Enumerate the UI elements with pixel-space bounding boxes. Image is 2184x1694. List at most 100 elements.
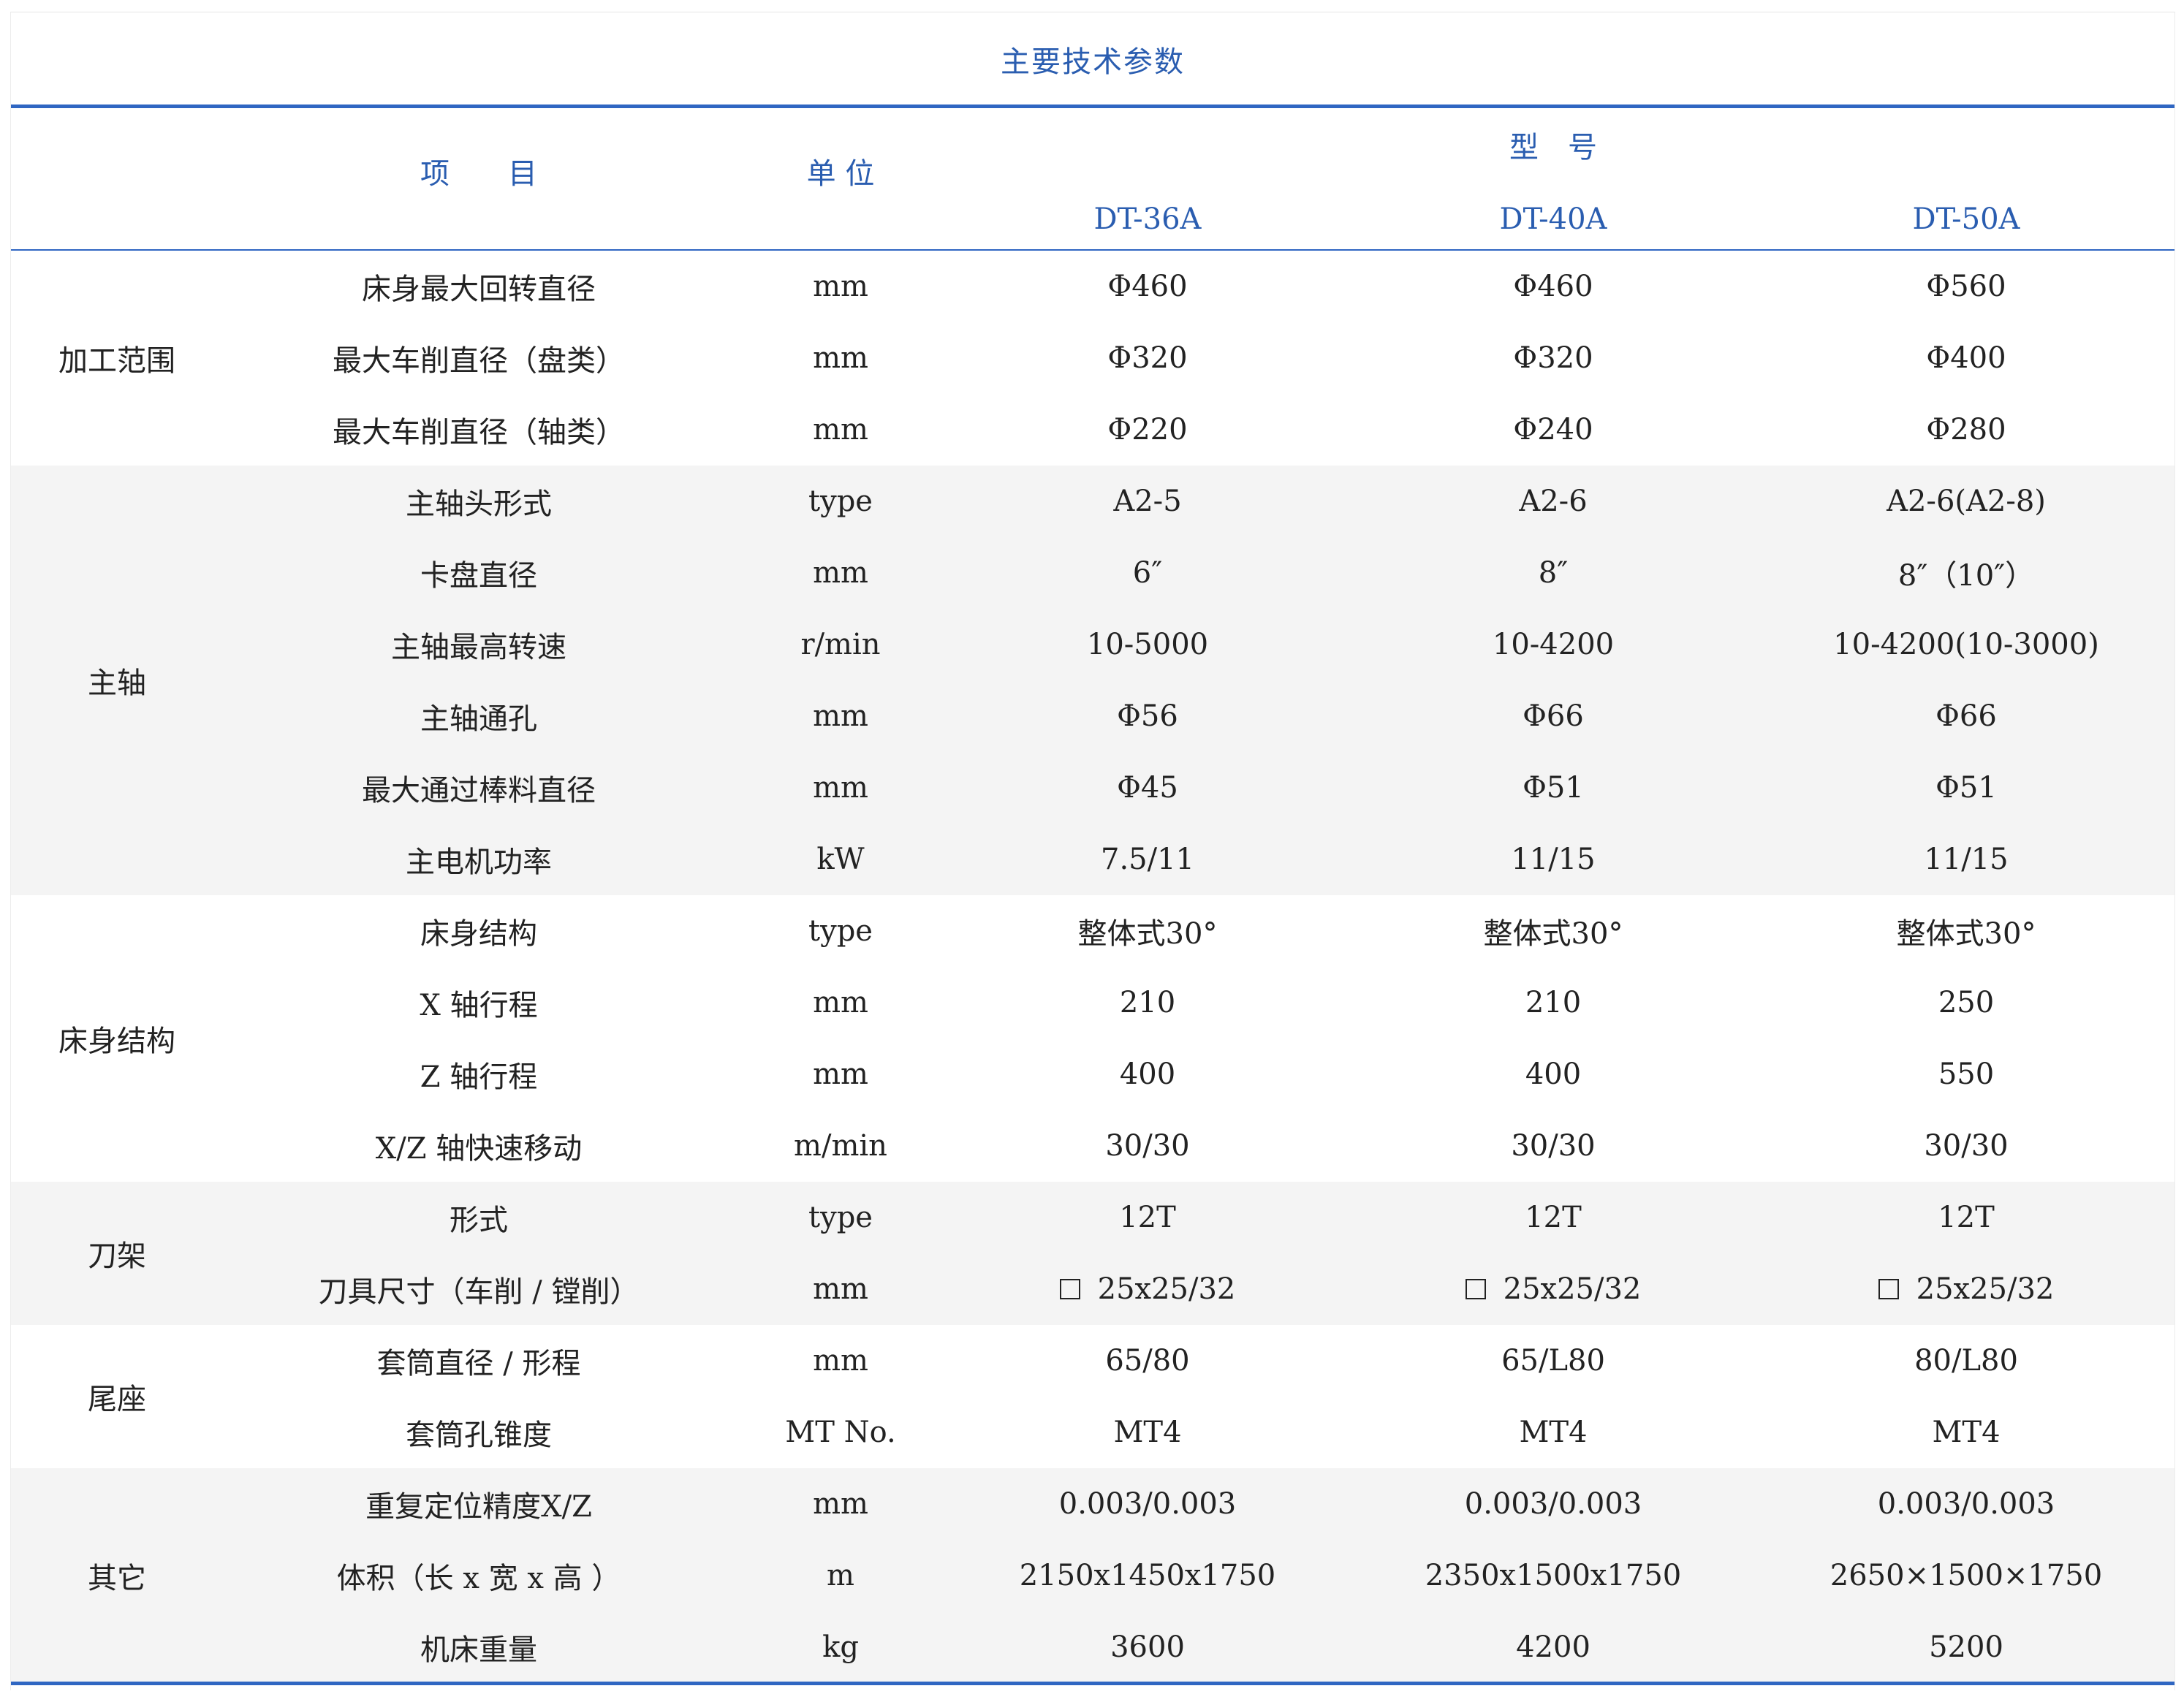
row-value-model-2: 0.003/0.003 <box>1464 1487 1642 1521</box>
row-value-model-3: Φ51 <box>1935 771 1997 805</box>
row-unit: type <box>808 485 873 518</box>
row-item: 体积（长 x 宽 x 高 ） <box>336 1562 621 1595</box>
header-model: 型 号 <box>1509 131 1597 164</box>
row-item: X/Z 轴快速移动 <box>375 1132 583 1166</box>
page-title: 主要技术参数 <box>1001 45 1185 79</box>
row-value-model-3: 30/30 <box>1924 1129 2009 1163</box>
row-value-model-1: Φ320 <box>1107 341 1188 375</box>
row-unit: mm <box>813 771 868 805</box>
row-value-model-3: 2650×1500×1750 <box>1830 1559 2103 1592</box>
row-unit: m <box>827 1559 854 1592</box>
table-row: Z 轴行程 mm 400 400 550 <box>11 1038 2174 1110</box>
group-band: 其它 重复定位精度X/Z mm 0.003/0.003 0.003/0.003 0.003… <box>11 1468 2174 1683</box>
table-row: 套筒孔锥度 MT No. MT4 MT4 MT4 <box>11 1397 2174 1468</box>
row-unit: mm <box>813 1272 868 1306</box>
row-unit: type <box>808 914 873 948</box>
row-value-model-1: Φ220 <box>1107 413 1188 447</box>
table-row: 主轴头形式 type A2-5 A2-6 A2-6(A2-8) <box>11 466 2174 537</box>
table-header: 项 目 单 位 型 号 DT-36A DT-40A DT-50A <box>11 108 2174 250</box>
row-value-model-2: MT4 <box>1519 1416 1588 1449</box>
header-model-1: DT-36A <box>1093 202 1202 236</box>
row-value-model-1: 30/30 <box>1105 1129 1190 1163</box>
header-unit: 单 位 <box>806 157 875 191</box>
row-item: 主轴头形式 <box>406 487 552 521</box>
row-value-text: 25x25/32 <box>1503 1272 1642 1306</box>
row-value-model-1: 25x25/32 <box>947 1253 1349 1325</box>
row-value-model-1: 210 <box>1119 986 1176 1019</box>
row-unit: mm <box>813 556 868 590</box>
row-value-model-3: 11/15 <box>1924 843 2009 876</box>
row-unit: mm <box>813 341 868 375</box>
table-row: 最大通过棒料直径 mm Φ45 Φ51 Φ51 <box>11 752 2174 824</box>
row-item: X 轴行程 <box>420 989 538 1022</box>
row-value-text: 25x25/32 <box>1916 1272 2055 1306</box>
row-value-model-2: A2-6 <box>1519 485 1588 518</box>
row-value-model-3: 12T <box>1938 1201 1995 1234</box>
row-value-model-3: MT4 <box>1932 1416 2001 1449</box>
square-icon <box>1465 1279 1486 1299</box>
row-value-model-1: 12T <box>1119 1201 1176 1234</box>
row-value-model-1: Φ460 <box>1107 270 1188 303</box>
table-row: 体积（长 x 宽 x 高 ） m 2150x1450x1750 2350x1500x1… <box>11 1540 2174 1611</box>
table-row: 主轴通孔 mm Φ56 Φ66 Φ66 <box>11 680 2174 752</box>
table-row: 机床重量 kg 3600 4200 5200 <box>11 1611 2174 1683</box>
table-row: 最大车削直径（轴类） mm Φ220 Φ240 Φ280 <box>11 394 2174 466</box>
row-item: 主电机功率 <box>406 846 552 879</box>
row-unit: type <box>808 1201 873 1234</box>
row-value-model-2: Φ66 <box>1523 699 1584 733</box>
row-item: 卡盘直径 <box>420 559 537 593</box>
row-unit: mm <box>813 699 868 733</box>
row-item: Z 轴行程 <box>420 1060 538 1094</box>
row-value-model-2: 11/15 <box>1511 843 1596 876</box>
table-row: 重复定位精度X/Z mm 0.003/0.003 0.003/0.003 0.003/0… <box>11 1468 2174 1540</box>
row-value-model-2: 25x25/32 <box>1349 1253 1758 1325</box>
row-value-model-3: 250 <box>1938 986 1995 1019</box>
row-value-model-3: 550 <box>1938 1057 1995 1091</box>
row-value-model-1: Φ45 <box>1117 771 1178 805</box>
table-row: 形式 type 12T 12T 12T <box>11 1182 2174 1253</box>
row-value-model-2: 2350x1500x1750 <box>1425 1559 1682 1592</box>
spec-sheet: 主要技术参数 项 目 单 位 型 号 DT-36A DT-40A DT-50A … <box>10 12 2175 1690</box>
table-row: 主电机功率 kW 7.5/11 11/15 11/15 <box>11 824 2174 895</box>
row-unit: kg <box>822 1630 859 1664</box>
row-item: 机床重量 <box>420 1633 537 1667</box>
row-value-model-2: 400 <box>1525 1057 1582 1091</box>
table-row: 床身最大回转直径 mm Φ460 Φ460 Φ560 <box>11 251 2174 322</box>
group-band: 主轴 主轴头形式 type A2-5 A2-6 A2-6(A2-8) 卡盘直径 mm 6″ 8″ 8… <box>11 466 2174 895</box>
row-item: 最大车削直径（轴类） <box>333 416 625 449</box>
row-item: 床身最大回转直径 <box>362 273 596 306</box>
row-unit: r/min <box>800 628 881 661</box>
row-value-model-2: 整体式30° <box>1483 917 1623 951</box>
row-item: 最大车削直径（盘类） <box>333 344 625 378</box>
group-band: 加工范围 床身最大回转直径 mm Φ460 Φ460 Φ560 最大车削直径（盘类） mm Φ3… <box>11 251 2174 466</box>
row-value-model-2: 10-4200 <box>1492 628 1615 661</box>
row-unit: mm <box>813 413 868 447</box>
row-value-model-2: 30/30 <box>1511 1129 1596 1163</box>
table-row: X 轴行程 mm 210 210 250 <box>11 967 2174 1038</box>
row-value-model-3: 0.003/0.003 <box>1877 1487 2055 1521</box>
row-value-model-1: 2150x1450x1750 <box>1019 1559 1276 1592</box>
row-value-model-1: 7.5/11 <box>1101 843 1194 876</box>
row-value-model-3: Φ280 <box>1926 413 2006 447</box>
table-row: 床身结构 type 整体式30° 整体式30° 整体式30° <box>11 895 2174 967</box>
row-value-model-1: 0.003/0.003 <box>1058 1487 1237 1521</box>
table-row: 最大车削直径（盘类） mm Φ320 Φ320 Φ400 <box>11 322 2174 394</box>
table-row: 套筒直径 / 形程 mm 65/80 65/L80 80/L80 <box>11 1325 2174 1397</box>
row-value-model-3: A2-6(A2-8) <box>1887 485 2046 518</box>
row-value-model-3: 25x25/32 <box>1758 1253 2174 1325</box>
row-value-model-3: 5200 <box>1929 1630 2003 1664</box>
row-value-model-2: 12T <box>1525 1201 1582 1234</box>
bottom-divider <box>11 1682 2174 1685</box>
row-value-model-2: 210 <box>1525 986 1582 1019</box>
row-value-model-2: 65/L80 <box>1501 1344 1605 1378</box>
row-value-model-1: A2-5 <box>1113 485 1182 518</box>
row-value-text: 25x25/32 <box>1097 1272 1236 1306</box>
row-unit: mm <box>813 986 868 1019</box>
row-item: 套筒直径 / 形程 <box>376 1347 581 1380</box>
row-item: 最大通过棒料直径 <box>362 774 596 808</box>
row-item: 床身结构 <box>420 917 537 951</box>
row-item: 形式 <box>450 1204 508 1237</box>
row-value-model-3: 10-4200(10-3000) <box>1833 628 2099 661</box>
row-value-model-1: 65/80 <box>1105 1344 1190 1378</box>
row-value-model-1: MT4 <box>1113 1416 1182 1449</box>
